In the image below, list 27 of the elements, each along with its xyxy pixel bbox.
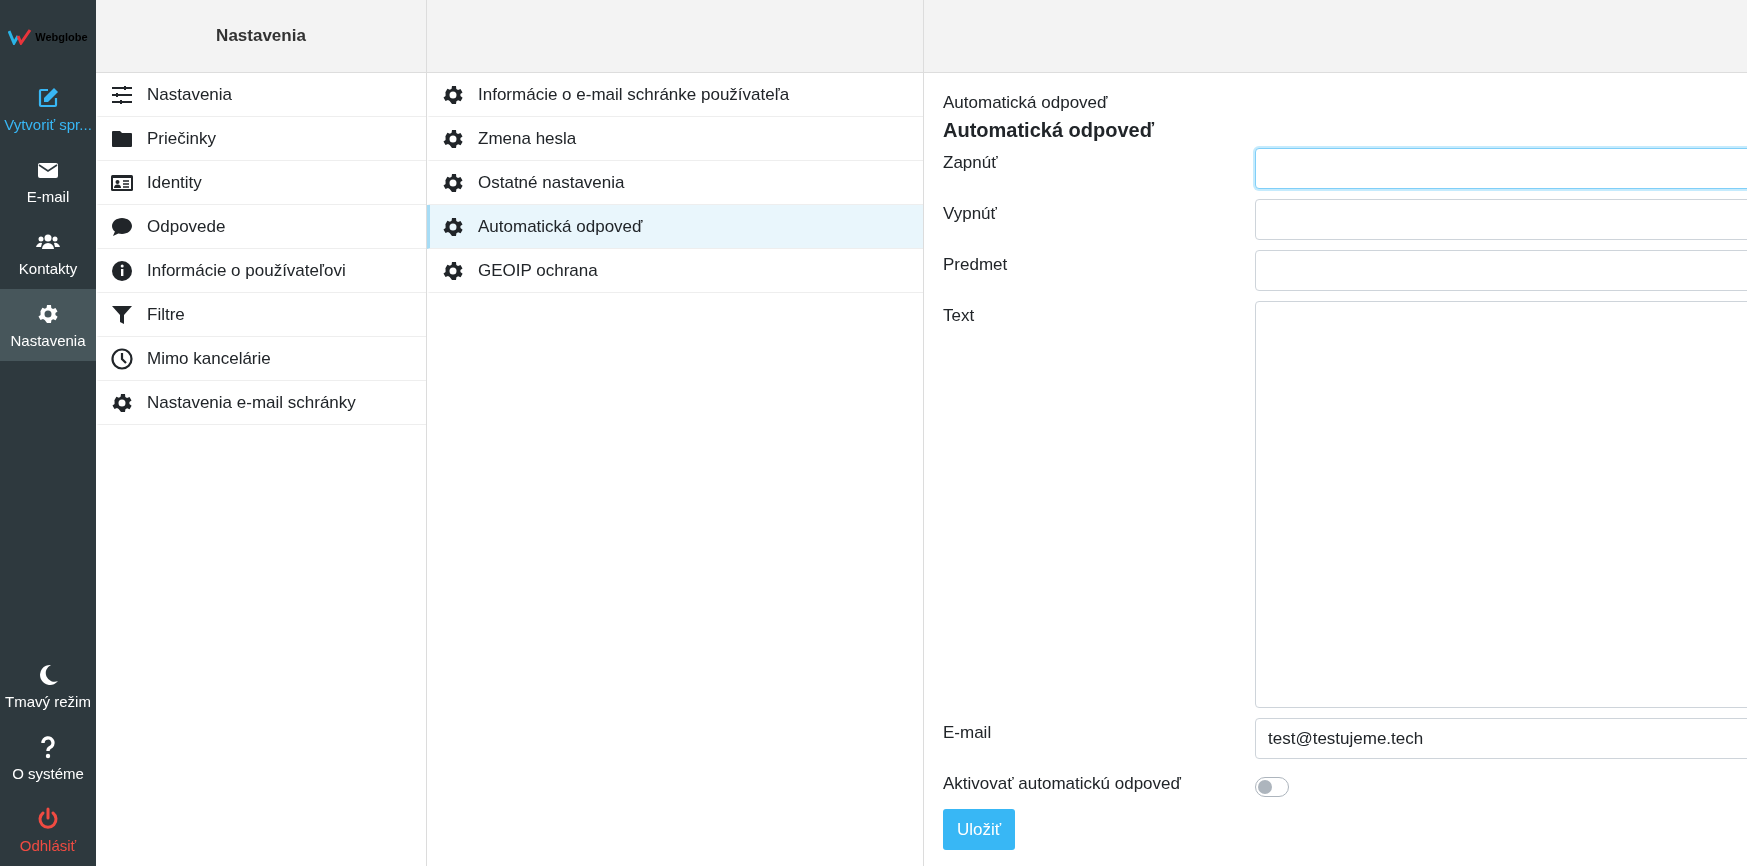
edit-icon [36,85,60,110]
sidebar-nav-item[interactable]: Kontakty [0,217,96,289]
breadcrumb: Automatická odpoveď [943,93,1109,113]
field-label: Zapnúť [943,152,999,174]
sidebar-nav-item[interactable]: E-mail [0,145,96,217]
field-label: E-mail [943,722,993,744]
sidebar-nav-item[interactable]: O systéme [0,722,96,794]
clock-icon [110,346,134,371]
sidebar-nav-item[interactable]: Vytvoriť spr... [0,73,96,145]
settings-list-item[interactable]: Automatická odpoveď [427,205,923,249]
field-label: Text [943,305,976,327]
input-field[interactable]: test@testujeme.tech [1255,718,1747,759]
sidebar-nav-item[interactable]: Nastavenia [0,289,96,361]
input-field[interactable] [1255,199,1747,240]
field-label: Predmet [943,254,1009,276]
field-label: Vypnúť [943,203,998,225]
field-label: Aktivovať automatickú odpoveď [943,773,1182,795]
column-title: Nastavenia [216,26,306,46]
sidebar-nav-item[interactable]: Tmavý režim [0,650,96,722]
info-icon [110,258,134,283]
input-field[interactable] [1255,250,1747,291]
logo-icon [8,28,33,45]
logo-text: Webglobe [35,30,88,43]
input-field[interactable] [1255,148,1747,189]
form-title: Automatická odpoveď [943,119,1156,142]
text-area[interactable] [1255,301,1747,708]
power-icon [36,806,60,831]
